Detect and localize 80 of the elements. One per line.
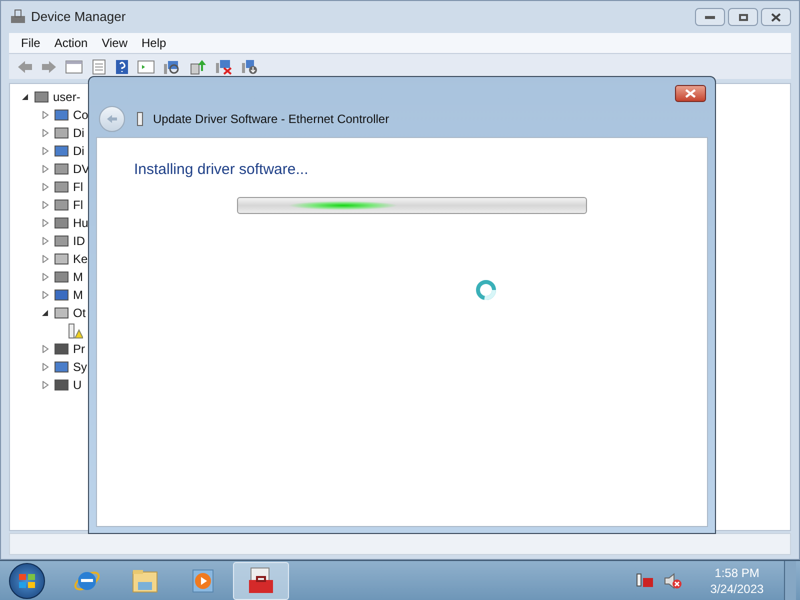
tree-item[interactable]: Co	[73, 106, 88, 124]
tree-item[interactable]: M	[73, 268, 83, 286]
expand-arrow-icon[interactable]	[42, 129, 49, 137]
expand-arrow-icon[interactable]	[42, 363, 49, 371]
expand-arrow-icon[interactable]	[42, 201, 49, 209]
back-arrow-icon	[106, 114, 118, 124]
collapse-arrow-icon[interactable]	[22, 93, 29, 101]
console-tree-icon[interactable]	[65, 58, 83, 74]
expand-arrow-icon[interactable]	[42, 381, 49, 389]
toolbox-icon	[246, 566, 276, 596]
tree-item[interactable]: Fl	[73, 178, 83, 196]
tree-item[interactable]: Di	[73, 124, 84, 142]
minimize-button[interactable]	[695, 8, 725, 26]
menu-item[interactable]: File	[15, 34, 46, 52]
expand-arrow-icon[interactable]	[42, 291, 49, 299]
device-icon	[53, 143, 69, 159]
tree-item[interactable]: ID	[73, 232, 85, 250]
device-icon	[53, 125, 69, 141]
help-icon[interactable]	[115, 58, 129, 74]
tree-item[interactable]: Ot	[73, 304, 86, 322]
window-title: Device Manager	[31, 8, 126, 26]
tree-item[interactable]: Sy	[73, 358, 88, 376]
start-button[interactable]	[9, 562, 45, 598]
busy-spinner-icon	[475, 279, 497, 301]
back-arrow-icon[interactable]	[17, 60, 33, 74]
uninstall-device-icon[interactable]	[241, 58, 259, 74]
update-driver-icon[interactable]	[189, 58, 207, 74]
windows-logo	[18, 572, 36, 588]
expand-arrow-icon[interactable]	[42, 345, 49, 353]
expand-arrow-icon[interactable]	[42, 147, 49, 155]
device-icon	[53, 215, 69, 231]
action-pane-icon[interactable]	[137, 58, 155, 74]
device-icon	[53, 377, 69, 393]
disable-device-icon[interactable]	[215, 58, 233, 74]
taskbar-button[interactable]	[233, 562, 289, 600]
device-icon	[53, 179, 69, 195]
close-button[interactable]	[761, 8, 791, 26]
tree-item[interactable]: Fl	[73, 196, 83, 214]
properties-icon[interactable]	[91, 58, 107, 74]
collapse-arrow-icon[interactable]	[42, 309, 49, 317]
device-icon	[53, 251, 69, 267]
back-button[interactable]	[99, 106, 125, 132]
expand-arrow-icon[interactable]	[42, 219, 49, 227]
maximize-button[interactable]	[728, 8, 758, 26]
device-icon	[53, 287, 69, 303]
device-icon	[53, 197, 69, 213]
expand-arrow-icon[interactable]	[42, 273, 49, 281]
device-icon	[53, 305, 69, 321]
device-icon	[53, 107, 69, 123]
expand-arrow-icon[interactable]	[42, 237, 49, 245]
device-icon	[53, 161, 69, 177]
expand-arrow-icon[interactable]	[42, 111, 49, 119]
scan-hardware-icon[interactable]	[163, 58, 181, 74]
tree-item[interactable]: U	[73, 376, 82, 394]
expand-arrow-icon[interactable]	[42, 183, 49, 191]
tree-item[interactable]: M	[73, 286, 83, 304]
close-icon	[771, 12, 781, 22]
tree-item[interactable]: Pr	[73, 340, 85, 358]
device-icon	[53, 269, 69, 285]
menu-item[interactable]: Action	[48, 34, 94, 52]
tree-item[interactable]: Ke	[73, 250, 88, 268]
expand-arrow-icon[interactable]	[42, 165, 49, 173]
device-icon	[53, 233, 69, 249]
menu-item[interactable]: Help	[136, 34, 172, 52]
close-button[interactable]	[675, 84, 706, 102]
expand-arrow-icon[interactable]	[42, 255, 49, 263]
tree-item[interactable]: Di	[73, 142, 84, 160]
dialog-heading: Installing driver software...	[134, 160, 308, 180]
network-status-icon[interactable]	[636, 572, 654, 590]
tree-item[interactable]: user-	[53, 88, 80, 106]
device-icon	[53, 341, 69, 357]
tree-item[interactable]: Hu	[73, 214, 88, 232]
speaker-muted-icon[interactable]	[664, 572, 682, 590]
show-desktop-button[interactable]	[784, 560, 796, 600]
close-icon	[685, 88, 696, 98]
dialog-title: Update Driver Software - Ethernet Controller	[153, 111, 390, 128]
network-adapter-icon	[137, 112, 143, 126]
device-icon	[53, 359, 69, 375]
forward-arrow-icon[interactable]	[41, 60, 57, 74]
menu-item[interactable]: View	[96, 34, 134, 52]
